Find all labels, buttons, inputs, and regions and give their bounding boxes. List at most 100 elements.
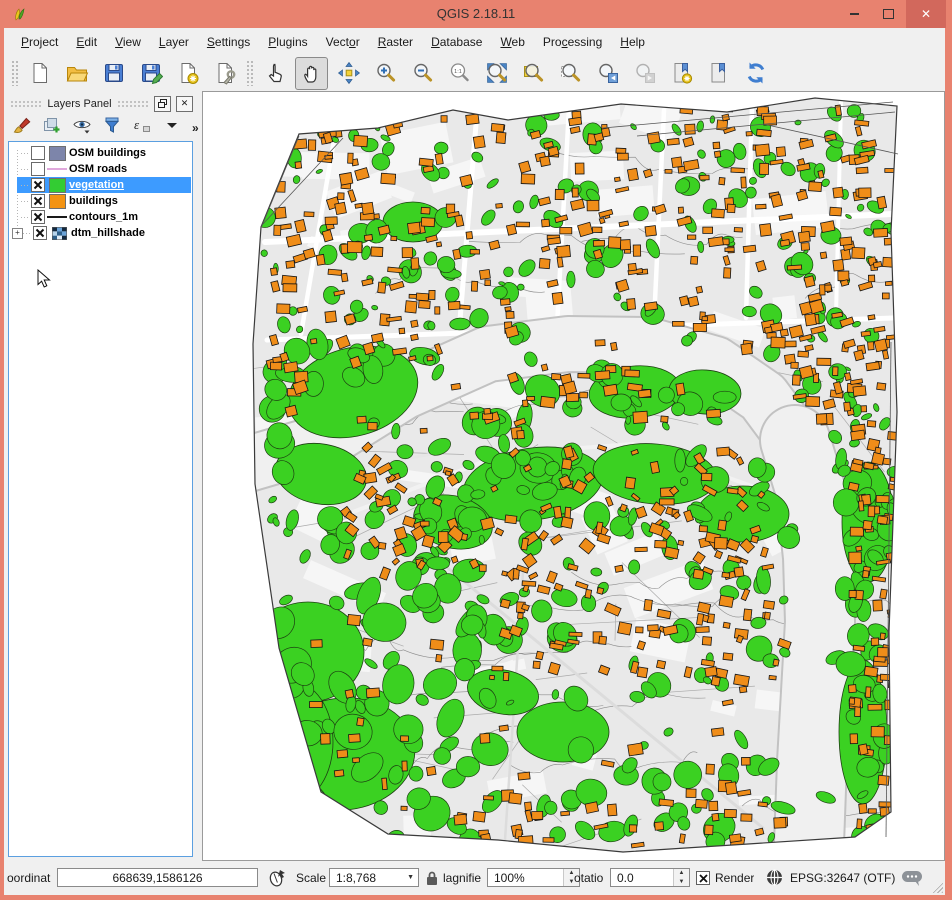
title-bar: QGIS 2.18.11 ✕	[0, 0, 952, 28]
pan-to-selection-button[interactable]	[332, 57, 365, 90]
pan-map-button[interactable]	[295, 57, 328, 90]
layer-row-dtm_hillshade[interactable]: + dtm_hillshade	[10, 225, 191, 241]
layers-panel-header[interactable]: Layers Panel ✕	[4, 91, 197, 114]
menu-item-web[interactable]: Web	[491, 31, 533, 53]
scale-combobox[interactable]: 1:8,768 ▼	[329, 868, 419, 887]
dock-grip	[117, 100, 149, 108]
menu-item-database[interactable]: Database	[422, 31, 491, 53]
layer-name: OSM roads	[69, 163, 127, 175]
dock-float-icon[interactable]	[154, 96, 171, 112]
zoom-native-icon: 1:1	[448, 61, 472, 85]
menu-item-layer[interactable]: Layer	[150, 31, 198, 53]
layer-visibility-checkbox[interactable]	[31, 194, 45, 208]
visibility-eye-icon[interactable]	[72, 115, 92, 140]
map-rendering	[203, 92, 944, 860]
toolbar-grip[interactable]	[246, 60, 253, 86]
zoom-last-button[interactable]	[591, 57, 624, 90]
zoom-next-icon	[633, 61, 657, 85]
layer-visibility-checkbox[interactable]	[31, 146, 45, 160]
rotation-spin-arrows[interactable]: ▲▼	[673, 869, 689, 886]
dock-close-icon[interactable]: ✕	[176, 96, 193, 112]
layer-swatch	[47, 227, 71, 240]
menu-item-vector[interactable]: Vector	[317, 31, 369, 53]
bookmark-new-icon	[670, 61, 694, 85]
menu-item-help[interactable]: Help	[611, 31, 654, 53]
render-checkbox[interactable]	[696, 871, 710, 885]
tree-connector	[21, 169, 30, 170]
bookmark-show-icon	[707, 61, 731, 85]
panel-overflow-button[interactable]: »	[192, 121, 199, 135]
dropdown-arrow-icon[interactable]	[162, 115, 182, 140]
toolbar-grip[interactable]	[11, 60, 18, 86]
combo-arrow-icon[interactable]: ▼	[407, 874, 414, 881]
minimize-button[interactable]	[840, 0, 868, 28]
zoom-native-button[interactable]: 1:1	[443, 57, 476, 90]
resize-grip[interactable]	[930, 880, 943, 893]
zoom-full-button[interactable]	[480, 57, 513, 90]
rotation-spinbox[interactable]: 0.0 ▲▼	[610, 868, 690, 887]
coordinate-label: oordinat	[7, 871, 57, 885]
menu-item-raster[interactable]: Raster	[369, 31, 422, 53]
qgis-window: { "window": { "title": "QGIS 2.18.11", "…	[0, 0, 952, 900]
layer-row-osm-buildings[interactable]: OSM buildings	[10, 145, 191, 161]
save-icon	[102, 61, 126, 85]
layer-visibility-checkbox[interactable]	[33, 226, 47, 240]
zoom-to-layer-icon	[522, 61, 546, 85]
menu-item-project[interactable]: Project	[12, 31, 67, 53]
save-as-icon	[139, 61, 163, 85]
filter-legend-icon[interactable]	[102, 115, 122, 140]
crs-status-icon[interactable]	[766, 869, 783, 886]
layer-row-vegetation[interactable]: vegetation	[10, 177, 191, 193]
file-new-button[interactable]	[23, 57, 56, 90]
layer-visibility-checkbox[interactable]	[31, 162, 45, 176]
mouse-position-icon[interactable]	[267, 868, 287, 888]
composer-manager-button[interactable]	[208, 57, 241, 90]
menu-item-plugins[interactable]: Plugins	[259, 31, 316, 53]
add-group-icon[interactable]	[42, 115, 62, 140]
map-canvas[interactable]	[202, 91, 945, 861]
menu-item-settings[interactable]: Settings	[198, 31, 259, 53]
tree-connector	[21, 153, 30, 154]
layer-row-osm-roads[interactable]: OSM roads	[10, 161, 191, 177]
layers-tree[interactable]: OSM buildings OSM roads vegetationbuilding…	[8, 141, 193, 857]
layer-swatch	[45, 194, 69, 209]
bookmark-show-button[interactable]	[702, 57, 735, 90]
refresh-button[interactable]	[739, 57, 772, 90]
layer-name: contours_1m	[69, 211, 138, 223]
menu-item-edit[interactable]: Edit	[67, 31, 106, 53]
zoom-out-button[interactable]	[406, 57, 439, 90]
magnifier-spinbox[interactable]: 100% ▲▼	[487, 868, 580, 887]
layer-name: dtm_hillshade	[71, 227, 145, 239]
folder-open-icon	[65, 61, 89, 85]
composer-new-button[interactable]	[171, 57, 204, 90]
bookmark-new-button[interactable]	[665, 57, 698, 90]
layer-swatch	[45, 178, 69, 193]
close-button[interactable]: ✕	[906, 0, 946, 28]
layers-panel-toolbar: ε»	[4, 114, 197, 141]
scale-lock-icon[interactable]	[425, 870, 439, 886]
zoom-to-selection-button[interactable]	[554, 57, 587, 90]
layer-row-buildings[interactable]: buildings	[10, 193, 191, 209]
crs-label: EPSG:32647 (OTF)	[790, 871, 895, 885]
zoom-in-button[interactable]	[369, 57, 402, 90]
expand-icon[interactable]: +	[12, 228, 23, 239]
expander-spacer	[12, 213, 21, 222]
save-button[interactable]	[97, 57, 130, 90]
menu-item-processing[interactable]: Processing	[534, 31, 611, 53]
folder-open-button[interactable]	[60, 57, 93, 90]
layer-visibility-checkbox[interactable]	[31, 178, 45, 192]
zoom-to-layer-button[interactable]	[517, 57, 550, 90]
layer-visibility-checkbox[interactable]	[31, 210, 45, 224]
rotation-value: 0.0	[617, 871, 634, 885]
style-brush-icon[interactable]	[12, 115, 32, 140]
expression-filter-icon[interactable]: ε	[132, 115, 152, 140]
coordinate-field[interactable]: 668639,1586126	[57, 868, 258, 887]
maximize-button[interactable]	[874, 0, 902, 28]
touch-zoom-button[interactable]	[258, 57, 291, 90]
pan-to-selection-icon	[337, 61, 361, 85]
log-messages-icon[interactable]	[901, 870, 923, 887]
save-as-button[interactable]	[134, 57, 167, 90]
layer-row-contours_1m[interactable]: contours_1m	[10, 209, 191, 225]
menu-item-view[interactable]: View	[106, 31, 150, 53]
zoom-full-icon	[485, 61, 509, 85]
